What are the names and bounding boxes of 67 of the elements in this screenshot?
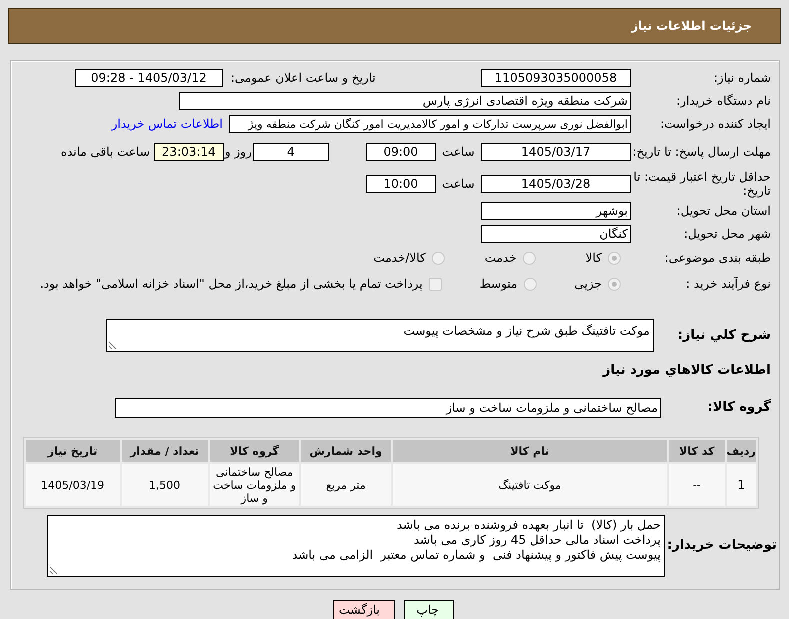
field-label: استان محل تحویل: <box>676 204 772 218</box>
page-title: جزئیات اطلاعات نیاز <box>631 19 752 33</box>
back-button[interactable]: بازگشت <box>333 600 395 619</box>
time-field: 09:00 <box>366 143 436 161</box>
option-label: کالا <box>586 251 602 265</box>
buyer-contact-link[interactable]: اطلاعات تماس خریدار <box>112 117 223 131</box>
radio-button[interactable] <box>432 252 445 264</box>
field-label: روز و <box>224 145 253 159</box>
province-field: بوشهر <box>481 202 631 220</box>
resize-grip-icon[interactable] <box>49 566 58 575</box>
requester-field: ابوالفضل نوری سرپرست تدارکات و امور کالامدیریت امور کنگان شرکت منطقه ویژ <box>229 115 631 133</box>
date-field: 1405/03/17 <box>481 143 631 161</box>
table-cell: 1 <box>726 464 756 506</box>
table-cell: مصالح ساختمانی و ملزومات ساخت و ساز <box>210 464 300 506</box>
notes-line: پرداخت اسناد مالی حداقل 45 روز کاری می باشد <box>414 533 661 548</box>
option-label: کالا/خدمت <box>374 251 426 265</box>
option-label: متوسط <box>480 277 518 291</box>
buyer-field: شرکت منطقه ویژه اقتصادی انرژی پارس <box>179 92 631 110</box>
need-number-field: 1105093035000058 <box>481 69 631 87</box>
field-label: شرح کلي نیاز: <box>676 328 772 342</box>
field-label: طبقه بندی موضوعی: <box>664 251 772 265</box>
column-header: تعداد / مقدار <box>122 440 208 462</box>
field-label: ساعت <box>441 145 476 159</box>
field-label: ساعت <box>441 177 476 191</box>
field-label: مهلت ارسال پاسخ: تا تاریخ: <box>632 145 772 159</box>
city-field: کنگان <box>481 225 631 243</box>
field-label: توضیحات خریدار: <box>666 539 778 553</box>
section-title: اطلاعات کالاهاي مورد نياز <box>603 364 772 378</box>
field-label: نام دستگاه خریدار: <box>676 94 772 108</box>
days-field: 4 <box>253 143 329 161</box>
option-label: جزیی <box>574 277 602 291</box>
checkbox-label: پرداخت تمام یا بخشی از مبلغ خرید،از محل "اسناد خزانه اسلامی" خواهد بود. <box>40 277 423 291</box>
field-label: شماره نیاز: <box>713 71 772 85</box>
announce-date-field: 1405/03/12 - 09:28 <box>75 69 223 87</box>
column-header: ردیف <box>726 440 756 462</box>
column-header: واحد شمارش <box>301 440 391 462</box>
radio-button[interactable] <box>608 278 621 290</box>
table-cell: موکت تافتینگ <box>392 464 668 506</box>
field-label: حداقل تاریخ اعتبار قیمت: تا تاریخ: <box>632 170 772 198</box>
field-label: ایجاد کننده درخواست: <box>659 117 772 131</box>
radio-button[interactable] <box>608 252 621 264</box>
field-label: تاریخ و ساعت اعلان عمومی: <box>230 71 377 85</box>
remaining-time-field: 23:03:14 <box>154 143 224 161</box>
print-button[interactable]: چاپ <box>404 600 454 619</box>
option-label: خدمت <box>484 251 517 265</box>
description-text: موکت تافتینگ طبق شرح نیاز و مشخصات پیوست <box>404 324 650 338</box>
field-label: شهر محل تحویل: <box>683 227 772 241</box>
time-field: 10:00 <box>366 175 436 193</box>
field-label: نوع فرآیند خرید : <box>685 277 772 291</box>
column-header: گروه کالا <box>210 440 300 462</box>
column-header: تاریخ نیاز <box>26 440 120 462</box>
table-cell: 1,500 <box>122 464 208 506</box>
radio-button[interactable] <box>522 252 536 264</box>
field-label: ساعت باقی مانده <box>60 145 150 159</box>
date-field: 1405/03/28 <box>481 175 631 193</box>
table-cell: -- <box>669 464 725 506</box>
field-label: گروه کالا: <box>706 401 772 415</box>
column-header: نام کالا <box>392 440 668 462</box>
checkbox[interactable] <box>428 278 442 290</box>
column-header: کد کالا <box>669 440 725 462</box>
goods-group-field: مصالح ساختمانی و ملزومات ساخت و ساز <box>115 398 661 418</box>
notes-line: پیوست پیش فاکتور و پیشنهاد فنی و شماره تماس معتبر الزامی می باشد <box>292 548 661 563</box>
table-cell: متر مربع <box>301 464 391 506</box>
resize-grip-icon[interactable] <box>108 341 117 350</box>
notes-line: حمل بار (کالا) تا انبار بعهده فروشنده برنده می باشد <box>396 518 661 533</box>
table-cell: 1405/03/19 <box>26 464 120 506</box>
radio-button[interactable] <box>524 278 537 290</box>
